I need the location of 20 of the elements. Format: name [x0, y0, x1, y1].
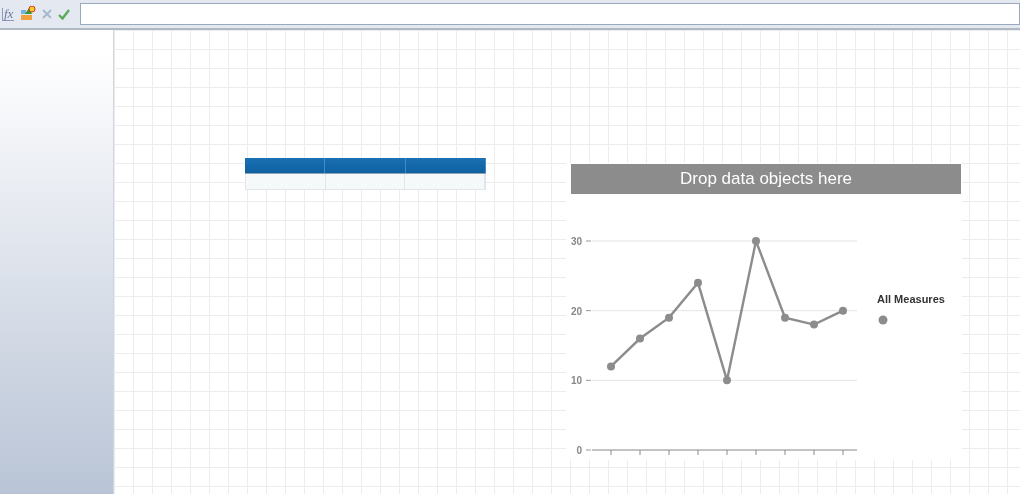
data-point — [810, 320, 818, 329]
data-point — [665, 313, 673, 322]
data-point — [839, 306, 847, 315]
y-tick-label: 0 — [576, 445, 582, 456]
check-icon[interactable] — [58, 8, 71, 20]
y-tick-label: 10 — [570, 375, 582, 387]
data-point — [607, 362, 615, 371]
y-tick-label: 30 — [570, 236, 582, 247]
legend-label: All Measures — [877, 293, 945, 305]
data-point — [752, 237, 760, 245]
y-tick-label: 20 — [570, 305, 582, 317]
insert-object-icon[interactable] — [20, 6, 37, 22]
formula-button[interactable]: fx — [2, 7, 15, 21]
data-point — [781, 313, 789, 322]
cancel-icon[interactable] — [42, 9, 53, 19]
data-point — [723, 376, 731, 385]
data-point — [636, 334, 644, 343]
drop-zone[interactable]: Drop data objects here — [571, 164, 961, 194]
formula-field[interactable] — [80, 3, 1020, 25]
data-point — [694, 278, 702, 287]
